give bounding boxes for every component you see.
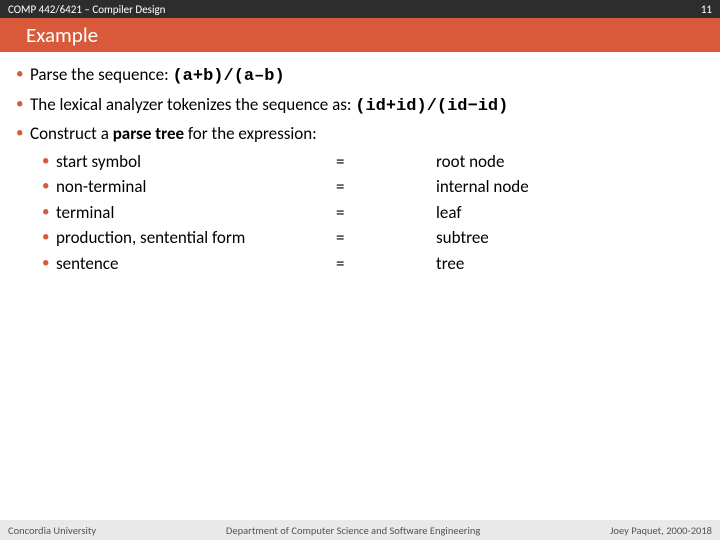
bullet-text: Construct a parse tree for the expressio… bbox=[30, 121, 317, 147]
map-left: non-terminal bbox=[56, 174, 336, 200]
map-left: production, sentential form bbox=[56, 225, 336, 251]
map-left: start symbol bbox=[56, 149, 336, 175]
course-label: COMP 442/6421 – Compiler Design bbox=[8, 3, 165, 16]
bold-fragment: parse tree bbox=[113, 123, 184, 144]
bullet-icon: • bbox=[16, 121, 30, 147]
map-eq: = bbox=[336, 251, 436, 277]
bullet-text: The lexical analyzer tokenizes the seque… bbox=[30, 92, 508, 120]
map-eq: = bbox=[336, 174, 436, 200]
text-fragment: Parse the sequence: bbox=[30, 64, 172, 85]
bullet-icon: • bbox=[42, 174, 56, 200]
map-left: terminal bbox=[56, 200, 336, 226]
code-fragment: (a+b)/(a–b) bbox=[172, 67, 284, 86]
map-right: root node bbox=[436, 149, 704, 175]
bullet-icon: • bbox=[42, 251, 56, 277]
mapping-row: • start symbol = root node bbox=[16, 149, 704, 175]
footer-left: Concordia University bbox=[8, 524, 96, 537]
text-fragment: for the expression: bbox=[184, 123, 317, 144]
slide-title-bar: Example bbox=[0, 18, 720, 52]
map-eq: = bbox=[336, 225, 436, 251]
mapping-row: • terminal = leaf bbox=[16, 200, 704, 226]
slide-content: • Parse the sequence: (a+b)/(a–b) • The … bbox=[0, 52, 720, 540]
bullet-line-2: • The lexical analyzer tokenizes the seq… bbox=[16, 92, 704, 120]
map-eq: = bbox=[336, 200, 436, 226]
map-left: sentence bbox=[56, 251, 336, 277]
bullet-icon: • bbox=[42, 225, 56, 251]
bullet-icon: • bbox=[42, 200, 56, 226]
map-right: subtree bbox=[436, 225, 704, 251]
mapping-row: • sentence = tree bbox=[16, 251, 704, 277]
mapping-row: • production, sentential form = subtree bbox=[16, 225, 704, 251]
footer-center: Department of Computer Science and Softw… bbox=[226, 524, 480, 537]
bullet-line-3: • Construct a parse tree for the express… bbox=[16, 121, 704, 147]
text-fragment: The lexical analyzer tokenizes the seque… bbox=[30, 94, 355, 115]
bullet-icon: • bbox=[16, 92, 30, 118]
bullet-icon: • bbox=[42, 149, 56, 175]
map-right: tree bbox=[436, 251, 704, 277]
text-fragment: Construct a bbox=[30, 123, 113, 144]
slide-title: Example bbox=[26, 22, 98, 48]
code-fragment: (id+id)/(id−id) bbox=[355, 97, 508, 116]
bullet-text: Parse the sequence: (a+b)/(a–b) bbox=[30, 62, 285, 90]
map-eq: = bbox=[336, 149, 436, 175]
footer-bar: Concordia University Department of Compu… bbox=[0, 520, 720, 540]
map-right: internal node bbox=[436, 174, 704, 200]
footer-right: Joey Paquet, 2000-2018 bbox=[610, 524, 712, 537]
bullet-icon: • bbox=[16, 62, 30, 88]
map-right: leaf bbox=[436, 200, 704, 226]
top-bar: COMP 442/6421 – Compiler Design 11 bbox=[0, 0, 720, 18]
bullet-line-1: • Parse the sequence: (a+b)/(a–b) bbox=[16, 62, 704, 90]
mapping-row: • non-terminal = internal node bbox=[16, 174, 704, 200]
page-number: 11 bbox=[701, 3, 712, 16]
